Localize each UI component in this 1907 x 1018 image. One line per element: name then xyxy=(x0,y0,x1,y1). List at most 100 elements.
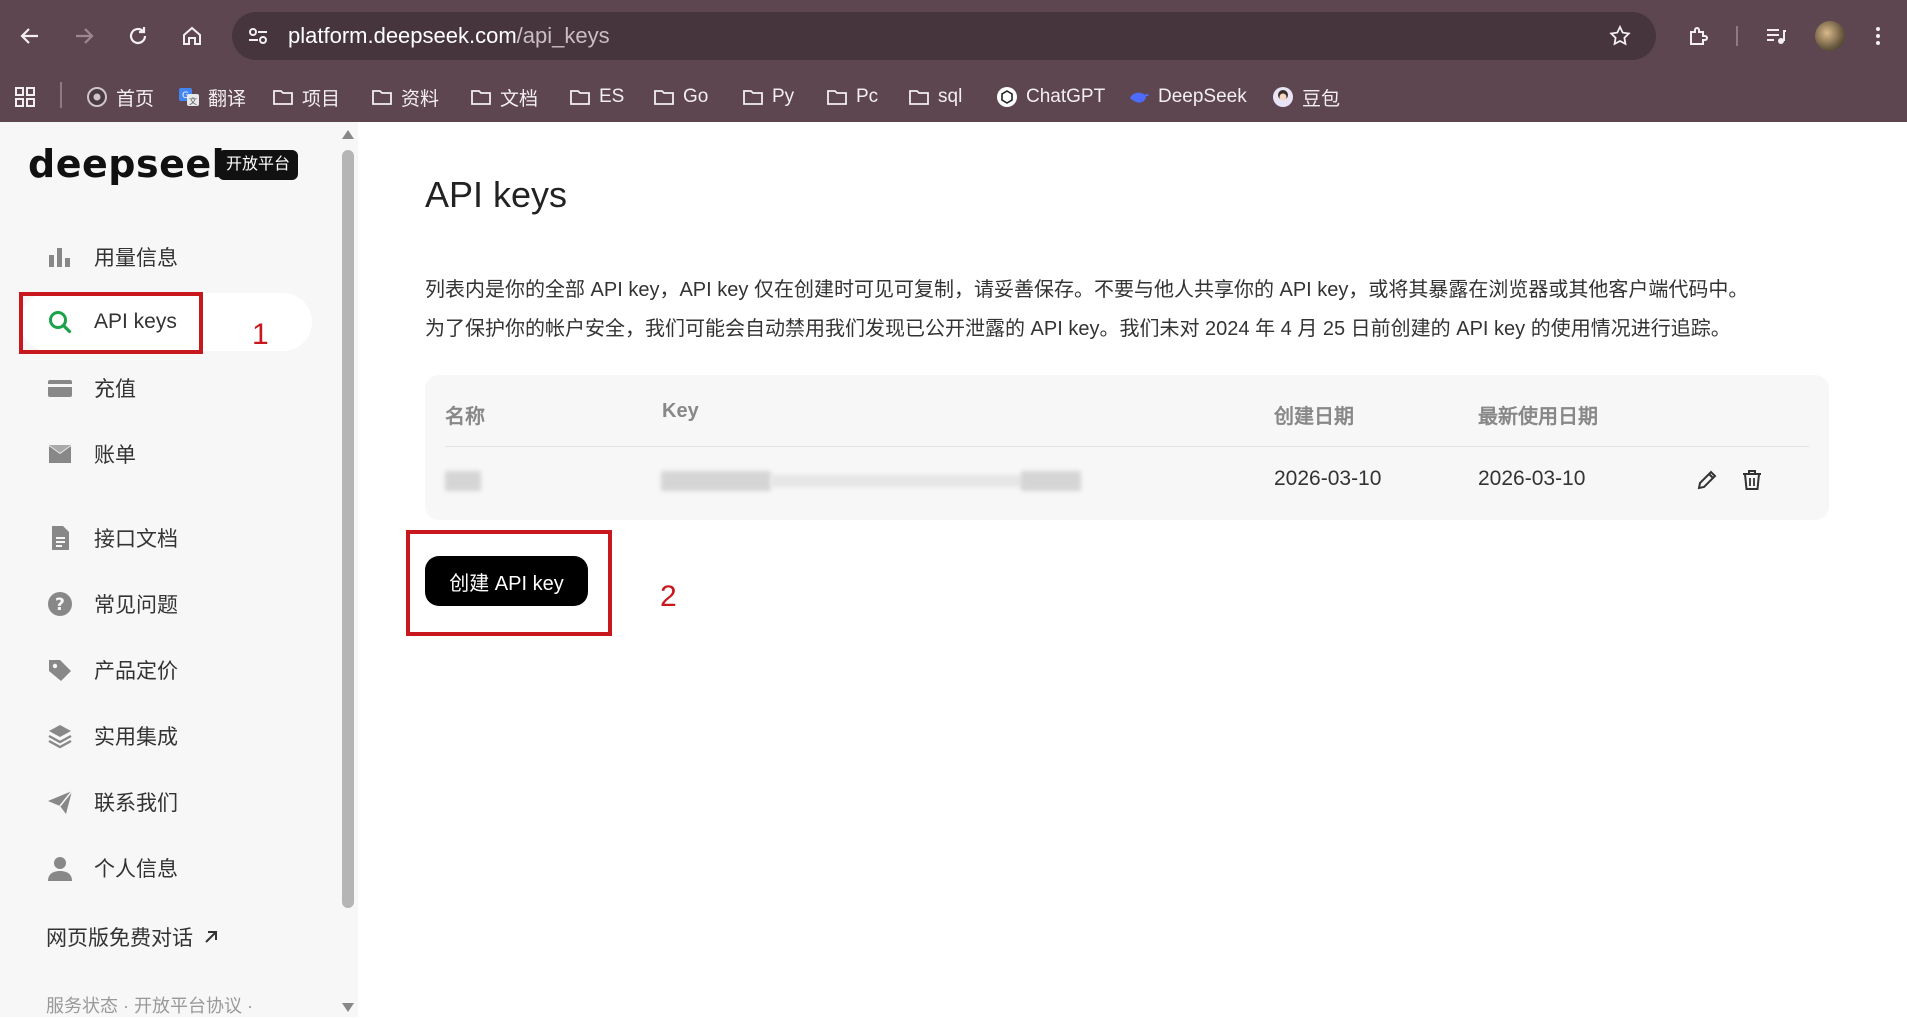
bookmark-folder-docs[interactable]: 文档 xyxy=(470,82,538,112)
bookmark-deepseek[interactable]: DeepSeek xyxy=(1128,82,1247,112)
home-icon xyxy=(183,26,201,45)
sidebar-item-api-docs[interactable]: 接口文档 xyxy=(20,509,312,567)
inbox-icon xyxy=(46,440,74,468)
pencil-icon xyxy=(1697,470,1717,490)
bookmark-label: ChatGPT xyxy=(1026,86,1106,107)
deepseek-icon xyxy=(1128,86,1150,108)
bookmark-label: 豆包 xyxy=(1302,88,1341,110)
sidebar-item-pricing[interactable]: 产品定价 xyxy=(20,641,312,699)
card-icon xyxy=(46,374,74,402)
sidebar-footer-links[interactable]: 服务状态 · 开放平台协议 · xyxy=(46,992,253,1018)
bookmark-folder-projects[interactable]: 项目 xyxy=(272,82,340,112)
home-button[interactable] xyxy=(174,18,210,54)
back-arrow-icon xyxy=(20,28,38,44)
created-date: 2026-03-10 xyxy=(1274,467,1382,490)
annotation-box-2 xyxy=(406,530,612,636)
send-icon xyxy=(46,788,74,816)
document-icon xyxy=(46,524,74,552)
scroll-down-arrow-icon[interactable] xyxy=(340,1000,356,1014)
apps-button[interactable] xyxy=(14,82,44,112)
url-text[interactable]: platform.deepseek.com/api_keys xyxy=(288,24,610,48)
sidebar-item-label: 个人信息 xyxy=(94,858,178,881)
key-value-redacted-end xyxy=(1021,471,1081,491)
annotation-number-1: 1 xyxy=(252,318,269,351)
sidebar-item-integrations[interactable]: 实用集成 xyxy=(20,707,312,765)
bar-chart-icon xyxy=(46,243,74,271)
avatar xyxy=(1815,21,1845,51)
folder-icon xyxy=(272,86,294,108)
bookmark-label: 项目 xyxy=(302,88,341,110)
site-settings-icon[interactable] xyxy=(246,24,270,48)
edit-key-button[interactable] xyxy=(1694,467,1720,493)
trash-icon xyxy=(1743,470,1761,490)
delete-key-button[interactable] xyxy=(1739,467,1765,493)
bookmark-folder-sql[interactable]: sql xyxy=(908,82,962,112)
question-icon: ? xyxy=(46,590,74,618)
back-button[interactable] xyxy=(12,18,48,54)
bookmark-folder-es[interactable]: ES xyxy=(569,82,624,112)
sidebar-item-recharge[interactable]: 充值 xyxy=(20,359,312,417)
folder-icon xyxy=(371,86,393,108)
browser-menu-button[interactable] xyxy=(1866,18,1890,54)
sidebar-item-usage[interactable]: 用量信息 xyxy=(20,228,312,286)
bookmark-star-icon[interactable] xyxy=(1608,24,1632,48)
column-header-created: 创建日期 xyxy=(1274,406,1354,428)
key-value-redacted-start xyxy=(661,471,771,491)
sidebar-item-label: 常见问题 xyxy=(94,594,178,617)
bookmark-translate[interactable]: G文 翻译 xyxy=(178,82,246,112)
folder-icon xyxy=(569,86,591,108)
sidebar-scrollbar-thumb[interactable] xyxy=(342,150,354,908)
forward-button[interactable] xyxy=(66,18,102,54)
deepseek-logo[interactable]: deepseek xyxy=(28,142,237,186)
sidebar: deepseek 开放平台 用量信息 API keys 充值 账单 接口文档 ?… xyxy=(0,122,358,1017)
svg-text:文: 文 xyxy=(189,96,197,106)
sidebar-item-profile[interactable]: 个人信息 xyxy=(20,839,312,897)
platform-badge: 开放平台 xyxy=(218,150,299,180)
apps-grid-icon xyxy=(14,86,36,108)
bookmark-label: 文档 xyxy=(500,88,539,110)
bookmark-chatgpt[interactable]: ChatGPT xyxy=(996,82,1105,112)
web-chat-link-label: 网页版免费对话 xyxy=(46,927,193,950)
toolbar-divider xyxy=(1736,26,1738,46)
sidebar-item-contact[interactable]: 联系我们 xyxy=(20,773,312,831)
chrome-icon xyxy=(86,86,108,108)
chatgpt-icon xyxy=(996,86,1018,108)
sidebar-item-billing[interactable]: 账单 xyxy=(20,425,312,483)
api-keys-table: 名称 Key 创建日期 最新使用日期 2026-03-10 2026-03-10 xyxy=(425,375,1829,520)
reload-button[interactable] xyxy=(120,18,156,54)
sidebar-item-label: 联系我们 xyxy=(94,792,178,815)
translate-icon: G文 xyxy=(178,86,200,108)
bookmark-label: Go xyxy=(683,86,709,107)
bookmark-home[interactable]: 首页 xyxy=(86,82,154,112)
bookmark-folder-py[interactable]: Py xyxy=(742,82,794,112)
bookmark-folder-go[interactable]: Go xyxy=(653,82,708,112)
sidebar-item-label: 实用集成 xyxy=(94,726,178,749)
profile-button[interactable] xyxy=(1812,18,1848,54)
media-control-button[interactable] xyxy=(1758,18,1794,54)
browser-nav-row: platform.deepseek.com/api_keys xyxy=(0,0,1907,72)
sidebar-item-faq[interactable]: ? 常见问题 xyxy=(20,575,312,633)
layers-icon xyxy=(46,722,74,750)
folder-icon xyxy=(826,86,848,108)
address-bar[interactable]: platform.deepseek.com/api_keys xyxy=(232,12,1656,60)
sidebar-item-label: 接口文档 xyxy=(94,528,178,551)
doubao-icon xyxy=(1272,86,1294,108)
folder-icon xyxy=(653,86,675,108)
folder-icon xyxy=(470,86,492,108)
bookmark-label: 翻译 xyxy=(208,88,247,110)
bookmarks-bar: 首页 G文 翻译 项目 资料 文档 ES Go Py Pc sql ChatGP… xyxy=(0,72,1907,122)
tag-icon xyxy=(46,656,74,684)
url-path: /api_keys xyxy=(516,23,610,48)
bookmark-folder-pc[interactable]: Pc xyxy=(826,82,878,112)
web-chat-link[interactable]: 网页版免费对话 xyxy=(46,922,221,952)
scroll-up-arrow-icon[interactable] xyxy=(340,128,356,142)
bookmark-doubao[interactable]: 豆包 xyxy=(1272,82,1340,112)
more-vertical-icon xyxy=(1876,27,1880,45)
extensions-button[interactable] xyxy=(1680,18,1716,54)
bookmark-label: 首页 xyxy=(116,88,155,110)
bookmark-folder-materials[interactable]: 资料 xyxy=(371,82,439,112)
last-used-date: 2026-03-10 xyxy=(1478,467,1586,490)
bookmark-label: Pc xyxy=(856,86,879,107)
reload-icon xyxy=(129,27,147,45)
folder-icon xyxy=(742,86,764,108)
